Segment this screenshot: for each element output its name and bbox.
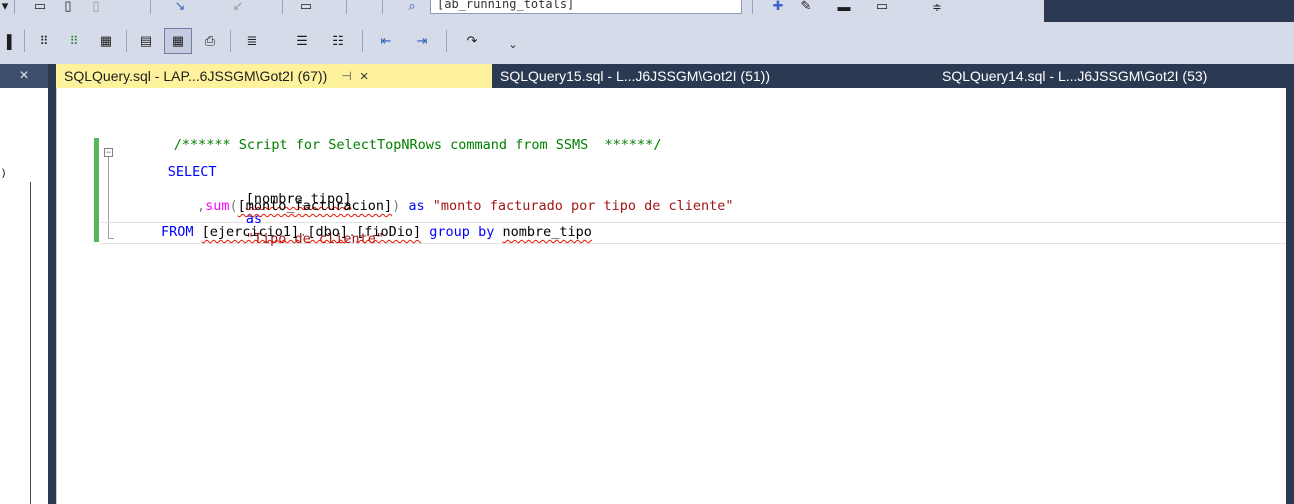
tab-label: SQLQuery14.sql - L...J6JSSGM\Got2I (53) — [942, 68, 1208, 84]
overflow-icon[interactable]: ⌄ — [506, 36, 520, 52]
database-icon[interactable]: ▭ — [30, 0, 50, 13]
toolbar-separator — [230, 30, 231, 52]
toolbar-separator — [282, 0, 283, 14]
toolbar-separator — [24, 30, 25, 52]
toolbar-sql-editor: ▐ ⠿ ⠿ ▦ ▤ ▦ ⎙ ≣ ☰ ☷ ⇤ ⇥ ↷ ⌄ — [0, 22, 1294, 64]
uncomment-icon[interactable]: ☷ — [326, 30, 350, 52]
keyword-group-by: group by — [429, 224, 495, 240]
toolbar-top: ▾ ▭ ▯ ▯ ↘ ↙ ▭ ⌕ [ab_running_totals] ✚ ✎ … — [0, 0, 1044, 23]
close-icon[interactable]: × — [360, 68, 369, 85]
toolbar-separator — [346, 0, 347, 14]
client-stats-icon[interactable]: ▦ — [94, 30, 118, 52]
estimated-plan-icon[interactable]: ⠿ — [62, 30, 86, 52]
dot: . — [347, 224, 357, 240]
identifier: [monto_facturacion] — [237, 198, 393, 214]
window-edge — [1286, 88, 1294, 504]
specify-values-icon[interactable]: ↷ — [458, 30, 486, 52]
add-icon[interactable]: ✚ — [768, 0, 788, 13]
database-selector[interactable]: [ab_running_totals] — [430, 0, 742, 14]
tab-label: SQLQuery15.sql - L...J6JSSGM\Got2I (51)) — [500, 68, 770, 84]
pane-divider — [30, 182, 31, 504]
tab-sqlquery15[interactable]: SQLQuery15.sql - L...J6JSSGM\Got2I (51)) — [492, 64, 912, 88]
query-editor[interactable]: − /****** Script for SelectTopNRows comm… — [56, 88, 1287, 504]
overflow-icon[interactable]: ≑ — [930, 0, 944, 14]
query-icon[interactable]: ▭ — [296, 0, 316, 13]
paren: ( — [229, 198, 238, 214]
pen-icon[interactable]: ✎ — [796, 0, 816, 13]
comma: , — [197, 198, 206, 214]
paren: ) — [392, 198, 401, 214]
toolbar-separator — [126, 30, 127, 52]
tab-label: SQLQuery.sql - LAP...6JSSGM\Got2I (67)) — [64, 68, 328, 84]
string-literal: "monto facturado por tipo de cliente" — [432, 198, 734, 214]
results-file-icon[interactable]: ⎙ — [198, 30, 222, 52]
code-line-2: SELECT — [119, 142, 1294, 180]
results-to-grid-icon[interactable]: ▦ — [164, 28, 192, 54]
page-icon[interactable]: ▯ — [58, 0, 78, 13]
object-explorer-pane: ) — [0, 88, 48, 504]
undo-arrow-icon[interactable]: ↙ — [228, 0, 248, 13]
tab-sqlquery14[interactable]: SQLQuery14.sql - L...J6JSSGM\Got2I (53) — [934, 64, 1286, 88]
code-line-5: FROM [ejercicio1].[dbo].[fioDio] group b… — [161, 222, 1294, 242]
search-icon[interactable]: ⌕ — [404, 0, 420, 13]
identifier: [fioDio] — [356, 224, 422, 240]
change-indicator — [94, 138, 99, 242]
toolbar-separator — [362, 30, 363, 52]
code-line-1: /****** Script for SelectTopNRows comman… — [125, 115, 1294, 153]
dropdown-arrow-icon[interactable]: ▾ — [0, 0, 10, 13]
identifier: [dbo] — [307, 224, 348, 240]
parse-icon[interactable]: ≣ — [242, 30, 262, 52]
identifier: [ejercicio1] — [201, 224, 300, 240]
close-icon[interactable]: × — [0, 64, 48, 88]
keyword-from: FROM — [161, 224, 194, 240]
results-to-text-icon[interactable]: ▤ — [134, 30, 158, 52]
tab-sqlquery-active[interactable]: SQLQuery.sql - LAP...6JSSGM\Got2I (67)) … — [56, 64, 492, 88]
pin-icon[interactable]: ⊣ — [341, 69, 351, 83]
code-line-4: ,sum([monto_facturacion]) as "monto fact… — [197, 196, 1294, 216]
results-to-text-icon[interactable]: ▐ — [0, 30, 14, 52]
toolbar-separator — [382, 0, 383, 14]
redo-arrow-icon[interactable]: ↘ — [170, 0, 190, 13]
indent-icon[interactable]: ⇥ — [410, 30, 434, 52]
collapse-icon[interactable]: − — [104, 148, 113, 157]
identifier: nombre_tipo — [502, 224, 592, 240]
comment-icon[interactable]: ☰ — [290, 30, 314, 52]
show-plan-icon[interactable]: ⠿ — [32, 30, 56, 52]
document-tab-strip: × SQLQuery.sql - LAP...6JSSGM\Got2I (67)… — [0, 64, 1294, 88]
keyword-as: as — [408, 198, 425, 214]
outdent-icon[interactable]: ⇤ — [374, 30, 398, 52]
toolbar-separator — [150, 0, 151, 14]
toolbar-separator — [752, 0, 753, 14]
code-line-3: [nombre_tipo] as "Tipo de cliente" — [197, 169, 1294, 247]
page-icon[interactable]: ▯ — [86, 0, 106, 13]
toolbar-separator — [14, 0, 15, 14]
toolbar-separator — [446, 30, 447, 52]
window-icon[interactable]: ▬ — [834, 0, 854, 14]
window-icon[interactable]: ▭ — [872, 0, 892, 13]
tree-marker: ) — [2, 168, 6, 179]
function-sum: sum — [205, 198, 230, 214]
